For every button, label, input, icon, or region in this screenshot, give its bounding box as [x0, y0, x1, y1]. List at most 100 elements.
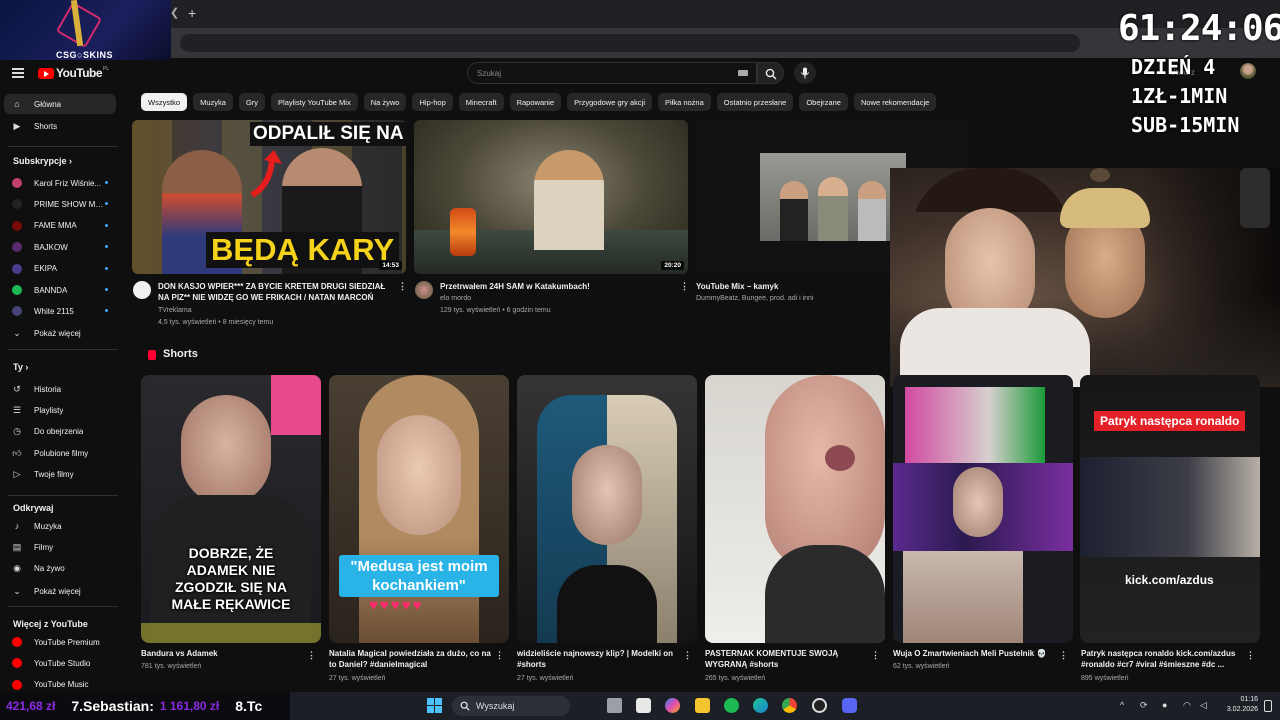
sidebar-item-label: PRIME SHOW MMA [34, 199, 106, 209]
filter-chip[interactable]: Obejrzane [799, 93, 848, 111]
filter-chip[interactable]: Gry [238, 93, 266, 111]
edge-icon[interactable] [753, 698, 768, 713]
sidebar-item[interactable]: ◷ Do obejrzenia [4, 422, 116, 442]
more-options-icon[interactable]: ⋮ [398, 281, 407, 292]
sidebar-item[interactable]: ⌄ Pokaż więcej [4, 323, 116, 343]
filter-chip[interactable]: Rapowanie [509, 93, 562, 111]
sidebar-item[interactable]: ♪ Muzyka [4, 516, 116, 536]
filter-chip[interactable]: Ostatnio przesłane [716, 93, 794, 111]
avatar[interactable] [1240, 63, 1256, 79]
notification-icon[interactable] [1264, 700, 1272, 712]
video-title[interactable]: Przetrwałem 24H SAM w Katakumbach! [440, 281, 670, 292]
windows-start-icon[interactable] [427, 698, 442, 713]
channel-avatar[interactable] [415, 281, 433, 299]
sidebar-item[interactable]: ⌂ Główna [4, 94, 116, 114]
sidebar-item[interactable]: ◉ Na żywo [4, 559, 116, 579]
browser-address-bar[interactable] [0, 28, 1280, 58]
sidebar: ⌂ Główna ▶ Shorts Subskrypcje › Karol Friz Wi… [0, 92, 125, 692]
sidebar-item[interactable]: ▷ Twoje filmy [4, 465, 116, 485]
copilot-icon[interactable] [665, 698, 680, 713]
wifi-icon[interactable]: ◠ [1183, 700, 1191, 711]
short-views: 265 tys. wyświetleń [705, 675, 766, 682]
menu-icon[interactable] [12, 68, 24, 78]
short-thumbnail-6[interactable]: Patryk następca ronaldo kick.com/azdus [1080, 375, 1260, 643]
filter-chip[interactable]: Wszystko [141, 93, 188, 111]
sidebar-item[interactable]: BANNDA [4, 280, 116, 300]
sidebar-item[interactable]: ▶ Shorts [4, 116, 116, 136]
sidebar-item[interactable]: YouTube Studio [4, 653, 116, 673]
short-thumbnail-3[interactable] [517, 375, 697, 643]
youtube-logo-text: YouTube [56, 66, 103, 80]
short-title[interactable]: Patryk następca ronaldo kick.com/azdus #… [1081, 648, 1241, 670]
search-button[interactable] [757, 62, 784, 84]
store-icon[interactable] [636, 698, 651, 713]
spotify-icon[interactable] [724, 698, 739, 713]
video-title[interactable]: YouTube Mix – kamyk [696, 281, 876, 292]
taskbar-search[interactable]: Wyszukaj [452, 696, 570, 716]
filter-chip[interactable]: Muzyka [193, 93, 233, 111]
file-explorer-icon[interactable] [695, 698, 710, 713]
volume-icon[interactable]: ◁ [1200, 700, 1207, 711]
voice-search-button[interactable] [794, 62, 816, 84]
discord-icon[interactable] [842, 698, 857, 713]
sidebar-item-label: Shorts [34, 121, 58, 131]
more-options-icon[interactable]: ⋮ [1246, 650, 1255, 661]
sidebar-item[interactable]: BAJKOW [4, 237, 116, 257]
sidebar-section-heading[interactable]: Ty › [13, 362, 28, 372]
short-title[interactable]: widzieliście najnowszy klip? | Modelki o… [517, 648, 682, 670]
short-thumbnail-4[interactable] [705, 375, 885, 643]
filter-chip[interactable]: Hip-hop [412, 93, 453, 111]
short-thumbnail-1[interactable]: DOBRZE, ŻE ADAMEK NIE ZGODZIŁ SIĘ NA MAŁ… [141, 375, 321, 643]
filter-chip[interactable]: Nowe rekomendacje [853, 93, 937, 111]
filter-chip[interactable]: Playlisty YouTube Mix [271, 93, 358, 111]
short-thumbnail-2[interactable]: "Medusa jest moim kochankiem" ♥♥♥♥♥ [329, 375, 509, 643]
tray-chevron-icon[interactable]: ^ [1120, 700, 1124, 710]
video-title[interactable]: DON KASJO WPIER*** ZA BYCIE KRETEM DRUGI… [158, 281, 388, 303]
video-channel[interactable]: elo mordo [440, 294, 471, 304]
video-channel[interactable]: DummyBeatz, Bungee, prod. adi i inni [696, 294, 814, 304]
filter-chip[interactable]: Minecraft [458, 93, 504, 111]
short-title[interactable]: PASTERNAK KOMENTUJE SWOJĄ WYGRANĄ #short… [705, 648, 870, 670]
task-view-icon[interactable] [607, 698, 622, 713]
sidebar-item[interactable]: White 2115 [4, 301, 116, 321]
sidebar-item[interactable]: FAME MMA [4, 216, 116, 236]
keyboard-icon[interactable] [738, 70, 748, 76]
taskbar-clock[interactable]: 01:16 3.02.2026 [1222, 695, 1258, 715]
filter-chip[interactable]: Na żywo [363, 93, 407, 111]
short-title[interactable]: Natalia Magical powiedziała za dużo, co … [329, 648, 494, 670]
short-thumbnail-5[interactable] [893, 375, 1073, 643]
sidebar-item[interactable]: ▤ Filmy [4, 537, 116, 557]
sidebar-item[interactable]: ☰ Playlisty [4, 400, 116, 420]
short-title[interactable]: Wuja O Zmartwieniach Meli Pustelnik 💀 [893, 648, 1058, 659]
more-options-icon[interactable]: ⋮ [683, 650, 692, 661]
sidebar-item[interactable]: ↺ Historia [4, 379, 116, 399]
sidebar-item[interactable]: Karol Friz Wiśnie... [4, 173, 116, 193]
more-options-icon[interactable]: ⋮ [1059, 650, 1068, 661]
chrome-icon[interactable] [782, 698, 797, 713]
more-options-icon[interactable]: ⋮ [680, 281, 689, 292]
video-thumbnail-1[interactable]: ODPALIŁ SIĘ NA .. BĘDĄ KARY 14:53 [132, 120, 406, 274]
filter-chip[interactable]: Piłka nożna [658, 93, 711, 111]
search-input[interactable] [468, 63, 708, 84]
channel-avatar[interactable] [133, 281, 151, 299]
sidebar-item[interactable]: PRIME SHOW MMA [4, 194, 116, 214]
short-title[interactable]: Bandura vs Adamek [141, 648, 306, 659]
video-thumbnail-2[interactable]: 20:20 [414, 120, 688, 274]
filter-chip[interactable]: Przygodowe gry akcji [567, 93, 652, 111]
youtube-logo[interactable]: YouTube PL [38, 66, 109, 80]
shorts-logo-icon [148, 350, 156, 360]
more-options-icon[interactable]: ⋮ [495, 650, 504, 661]
obs-icon[interactable] [812, 698, 827, 713]
tab-scroll-arrow[interactable]: ❮ [170, 6, 179, 19]
new-tab-button[interactable]: + [188, 5, 196, 21]
video-channel[interactable]: TVreklama [158, 306, 192, 316]
sidebar-item[interactable]: ⌄ Pokaż więcej [4, 581, 116, 601]
sidebar-item[interactable]: 👍︎ Polubione filmy [4, 443, 116, 463]
more-options-icon[interactable]: ⋮ [307, 650, 316, 661]
more-options-icon[interactable]: ⋮ [871, 650, 880, 661]
sidebar-item[interactable]: EKIPA [4, 259, 116, 279]
sidebar-section-heading[interactable]: Subskrypcje › [13, 156, 72, 166]
sidebar-item[interactable]: YouTube Premium [4, 632, 116, 652]
mic-tray-icon[interactable]: ● [1162, 700, 1167, 710]
network-icon[interactable]: ⟳ [1140, 700, 1148, 711]
